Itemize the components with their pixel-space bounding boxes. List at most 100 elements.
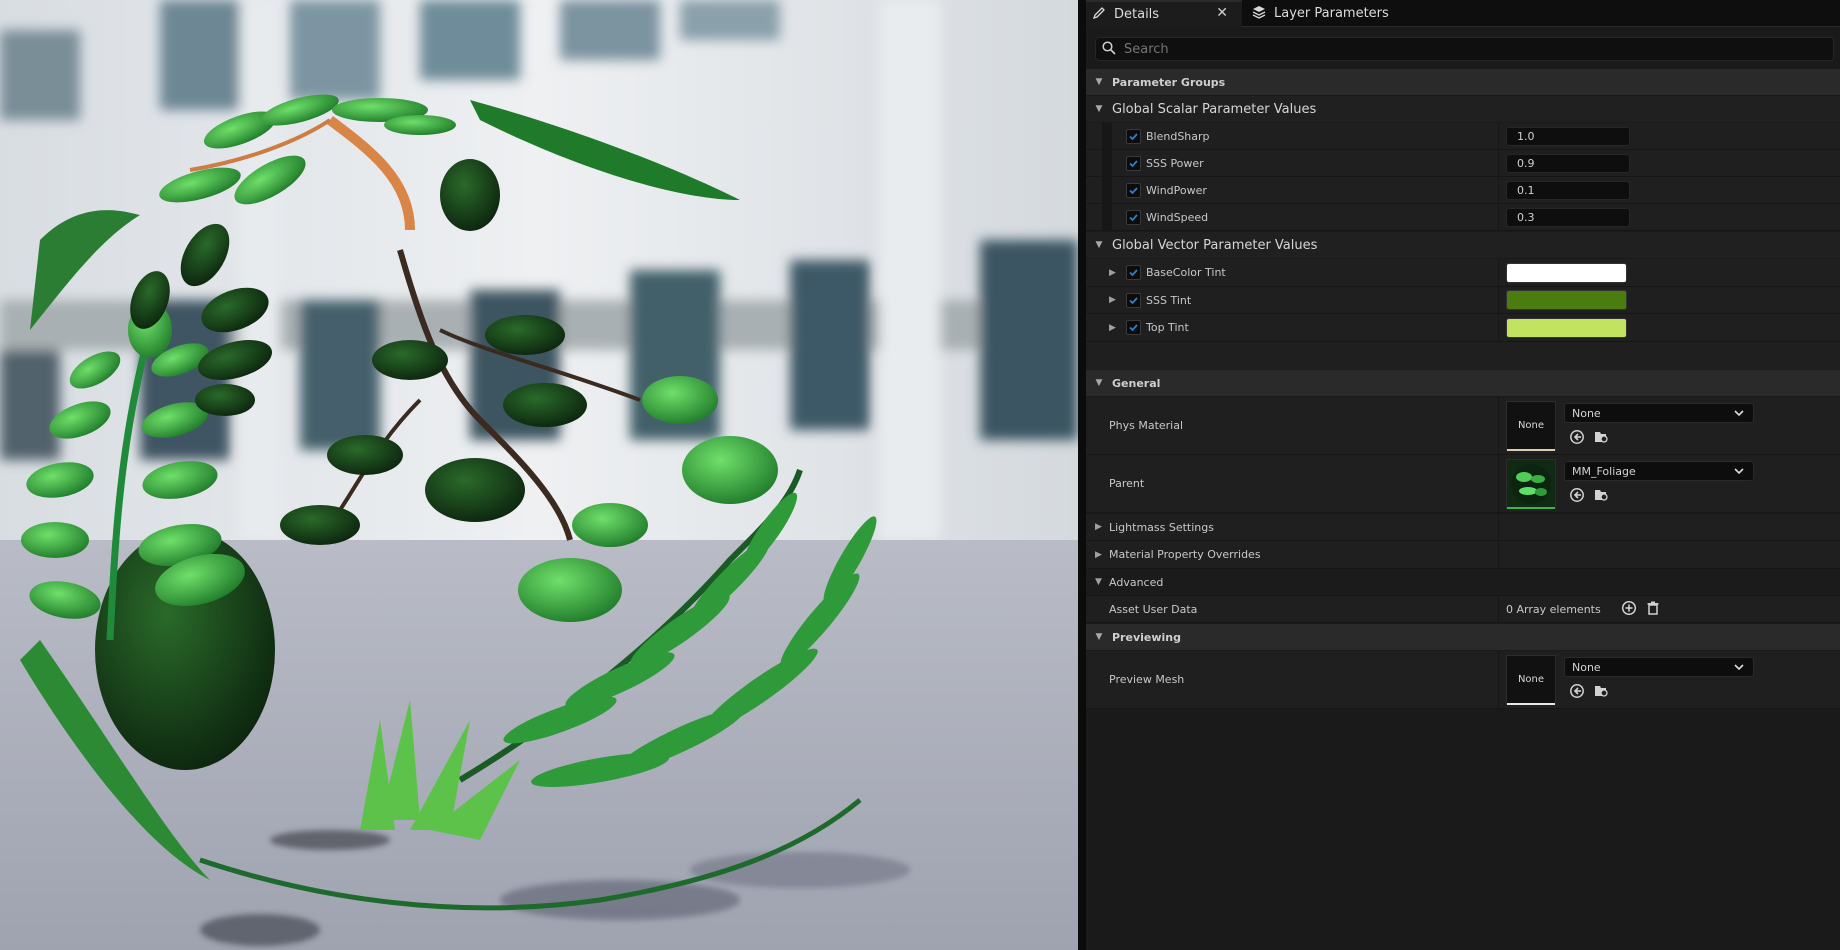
param-enable-checkbox[interactable]	[1126, 292, 1141, 308]
trash-icon[interactable]	[1645, 600, 1661, 619]
pencil-icon	[1092, 6, 1106, 24]
property-name: Asset User Data	[1109, 602, 1198, 616]
collapse-arrow-icon: ▼	[1095, 240, 1103, 250]
collapse-arrow-icon: ▼	[1095, 632, 1103, 642]
thumbnail-label: None	[1517, 674, 1545, 685]
collapse-arrow-icon: ▼	[1095, 77, 1103, 87]
search-icon	[1102, 40, 1116, 58]
group-title: Global Scalar Parameter Values	[1112, 101, 1317, 117]
expand-arrow-icon[interactable]: ▶	[1109, 323, 1116, 333]
dropdown-value: MM_Foliage	[1572, 464, 1636, 478]
tab-layer-parameters[interactable]: Layer Parameters	[1246, 0, 1406, 27]
expand-arrow-icon[interactable]: ▶	[1095, 522, 1102, 532]
category-title: General	[1112, 376, 1161, 390]
browse-folder-icon[interactable]	[1593, 429, 1609, 445]
param-enable-checkbox[interactable]	[1126, 128, 1141, 144]
vector-row-basecolor-tint: ▶ BaseColor Tint	[1086, 259, 1840, 287]
chevron-down-icon	[1733, 661, 1745, 676]
use-selected-icon[interactable]	[1569, 683, 1585, 699]
tab-details[interactable]: Details ✕	[1086, 0, 1242, 27]
param-enable-checkbox[interactable]	[1126, 155, 1141, 171]
param-name: SSS Power	[1146, 156, 1204, 170]
material-preview-viewport[interactable]	[0, 0, 1078, 950]
browse-folder-icon[interactable]	[1593, 487, 1609, 503]
close-icon[interactable]: ✕	[1216, 5, 1228, 21]
param-name: WindSpeed	[1146, 210, 1209, 224]
material-preview-image	[1511, 463, 1551, 504]
row-lightmass-settings[interactable]: ▶ Lightmass Settings	[1086, 514, 1840, 541]
browse-folder-icon[interactable]	[1593, 683, 1609, 699]
color-swatch[interactable]	[1506, 262, 1627, 283]
param-name: SSS Tint	[1146, 293, 1192, 307]
dropdown-value: None	[1572, 406, 1601, 420]
chevron-down-icon	[1733, 407, 1745, 422]
use-selected-icon[interactable]	[1569, 429, 1585, 445]
scalar-row-blendsharp: BlendSharp 1.0	[1086, 123, 1840, 150]
param-value-input[interactable]: 0.3	[1506, 207, 1630, 227]
row-preview-mesh: Preview Mesh None None	[1086, 651, 1840, 709]
collapse-arrow-icon: ▼	[1095, 104, 1103, 114]
param-value-input[interactable]: 1.0	[1506, 126, 1630, 146]
property-name: Lightmass Settings	[1109, 520, 1214, 534]
asset-type-bar	[1507, 506, 1555, 509]
param-enable-checkbox[interactable]	[1126, 320, 1141, 335]
asset-thumbnail[interactable]: None	[1506, 400, 1556, 451]
param-value-input[interactable]: 0.9	[1506, 153, 1630, 173]
chevron-down-icon	[1733, 465, 1745, 480]
dropdown-value: None	[1572, 660, 1601, 674]
foliage-preview-render	[0, 0, 1078, 950]
param-enable-checkbox[interactable]	[1126, 209, 1141, 225]
array-count: 0 Array elements	[1506, 602, 1601, 616]
category-general[interactable]: ▼ General	[1086, 370, 1840, 396]
property-name: Advanced	[1109, 575, 1164, 589]
param-name: BlendSharp	[1146, 129, 1210, 143]
expand-arrow-icon[interactable]: ▶	[1109, 295, 1116, 305]
add-element-icon[interactable]	[1621, 600, 1637, 619]
row-parent: Parent MM_Foliage	[1086, 455, 1840, 513]
group-global-vector[interactable]: ▼ Global Vector Parameter Values	[1086, 232, 1840, 258]
asset-type-bar	[1507, 702, 1555, 705]
search-input[interactable]	[1124, 41, 1724, 57]
parent-material-dropdown[interactable]: MM_Foliage	[1564, 461, 1754, 481]
param-value-input[interactable]: 0.1	[1506, 180, 1630, 200]
category-parameter-groups[interactable]: ▼ Parameter Groups	[1086, 69, 1840, 95]
collapse-arrow-icon: ▼	[1095, 378, 1103, 388]
color-swatch[interactable]	[1506, 317, 1627, 338]
property-name: Parent	[1109, 477, 1145, 490]
details-panel: Details ✕ Layer Parameters ▼ Parameter G…	[1086, 0, 1840, 950]
search-box[interactable]	[1095, 37, 1834, 61]
panel-tab-bar: Details ✕ Layer Parameters	[1086, 0, 1840, 27]
asset-thumbnail[interactable]: None	[1506, 654, 1556, 705]
asset-picker-dropdown[interactable]: None	[1564, 657, 1754, 677]
category-previewing[interactable]: ▼ Previewing	[1086, 624, 1840, 650]
property-name: Phys Material	[1109, 419, 1184, 432]
param-name: WindPower	[1146, 183, 1207, 197]
scalar-row-windspeed: WindSpeed 0.3	[1086, 204, 1840, 231]
use-selected-icon[interactable]	[1569, 487, 1585, 503]
scalar-row-windpower: WindPower 0.1	[1086, 177, 1840, 204]
color-swatch[interactable]	[1506, 290, 1627, 310]
param-enable-checkbox[interactable]	[1126, 182, 1141, 198]
asset-picker-dropdown[interactable]: None	[1564, 403, 1754, 423]
vector-row-top-tint: ▶ Top Tint	[1086, 314, 1840, 342]
row-material-property-overrides[interactable]: ▶ Material Property Overrides	[1086, 541, 1840, 569]
expand-arrow-icon[interactable]: ▶	[1109, 268, 1116, 278]
tab-details-label: Details	[1114, 7, 1160, 22]
asset-type-bar	[1507, 448, 1555, 451]
scalar-row-sss-power: SSS Power 0.9	[1086, 150, 1840, 177]
category-title: Previewing	[1112, 630, 1181, 644]
row-asset-user-data: Asset User Data 0 Array elements	[1086, 596, 1840, 623]
parent-material-thumbnail[interactable]	[1506, 458, 1556, 509]
panel-splitter[interactable]	[1078, 0, 1086, 950]
group-title: Global Vector Parameter Values	[1112, 237, 1318, 253]
param-enable-checkbox[interactable]	[1126, 265, 1141, 280]
param-name: BaseColor Tint	[1146, 266, 1226, 279]
vector-row-sss-tint: ▶ SSS Tint	[1086, 287, 1840, 314]
expand-arrow-icon[interactable]: ▶	[1095, 550, 1102, 560]
group-global-scalar[interactable]: ▼ Global Scalar Parameter Values	[1086, 96, 1840, 122]
property-name: Material Property Overrides	[1109, 548, 1261, 561]
row-advanced[interactable]: ▼ Advanced	[1086, 569, 1840, 596]
spacer	[1086, 342, 1840, 370]
collapse-arrow-icon[interactable]: ▼	[1095, 577, 1102, 587]
property-name: Preview Mesh	[1109, 673, 1185, 686]
